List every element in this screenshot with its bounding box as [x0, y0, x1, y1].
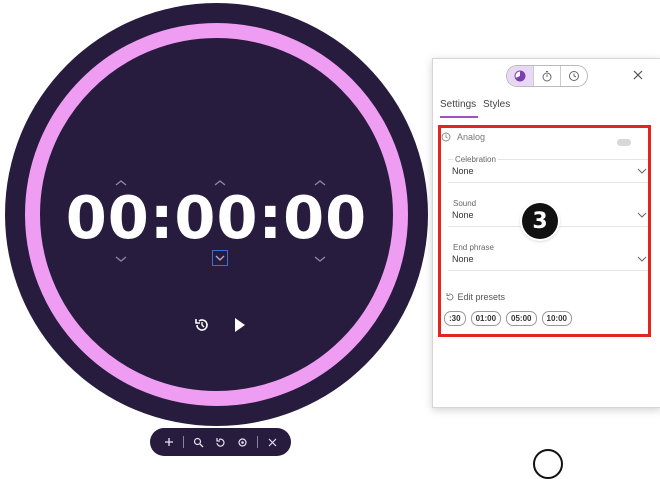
seconds-down-chevron-icon[interactable] [312, 254, 328, 264]
toolbar-divider [256, 436, 258, 448]
active-tab-indicator [440, 116, 478, 118]
reset-history-icon[interactable] [193, 316, 211, 339]
play-icon[interactable] [233, 317, 247, 338]
clock-icon[interactable] [560, 66, 587, 86]
partial-circle-mark [533, 449, 563, 479]
tab-settings[interactable]: Settings [440, 99, 476, 110]
reset-icon[interactable] [213, 435, 227, 449]
tab-styles[interactable]: Styles [483, 99, 510, 110]
hours-down-chevron-icon[interactable] [113, 254, 129, 264]
settings-icon[interactable] [235, 435, 249, 449]
minutes-down-chevron-icon[interactable] [212, 250, 228, 266]
timer-analog-icon[interactable] [507, 66, 533, 86]
zoom-icon[interactable] [192, 435, 206, 449]
toolbar-divider [183, 436, 185, 448]
step-badge: 3 [522, 203, 558, 239]
timer-dial: 00:00:00 [5, 3, 428, 426]
mode-switcher [506, 65, 588, 87]
bottom-toolbar [150, 428, 291, 456]
stopwatch-icon[interactable] [533, 66, 560, 86]
add-icon[interactable] [162, 435, 176, 449]
close-panel-icon[interactable] [632, 68, 644, 80]
close-icon[interactable] [265, 435, 279, 449]
timer-display: 00:00:00 [65, 183, 368, 252]
